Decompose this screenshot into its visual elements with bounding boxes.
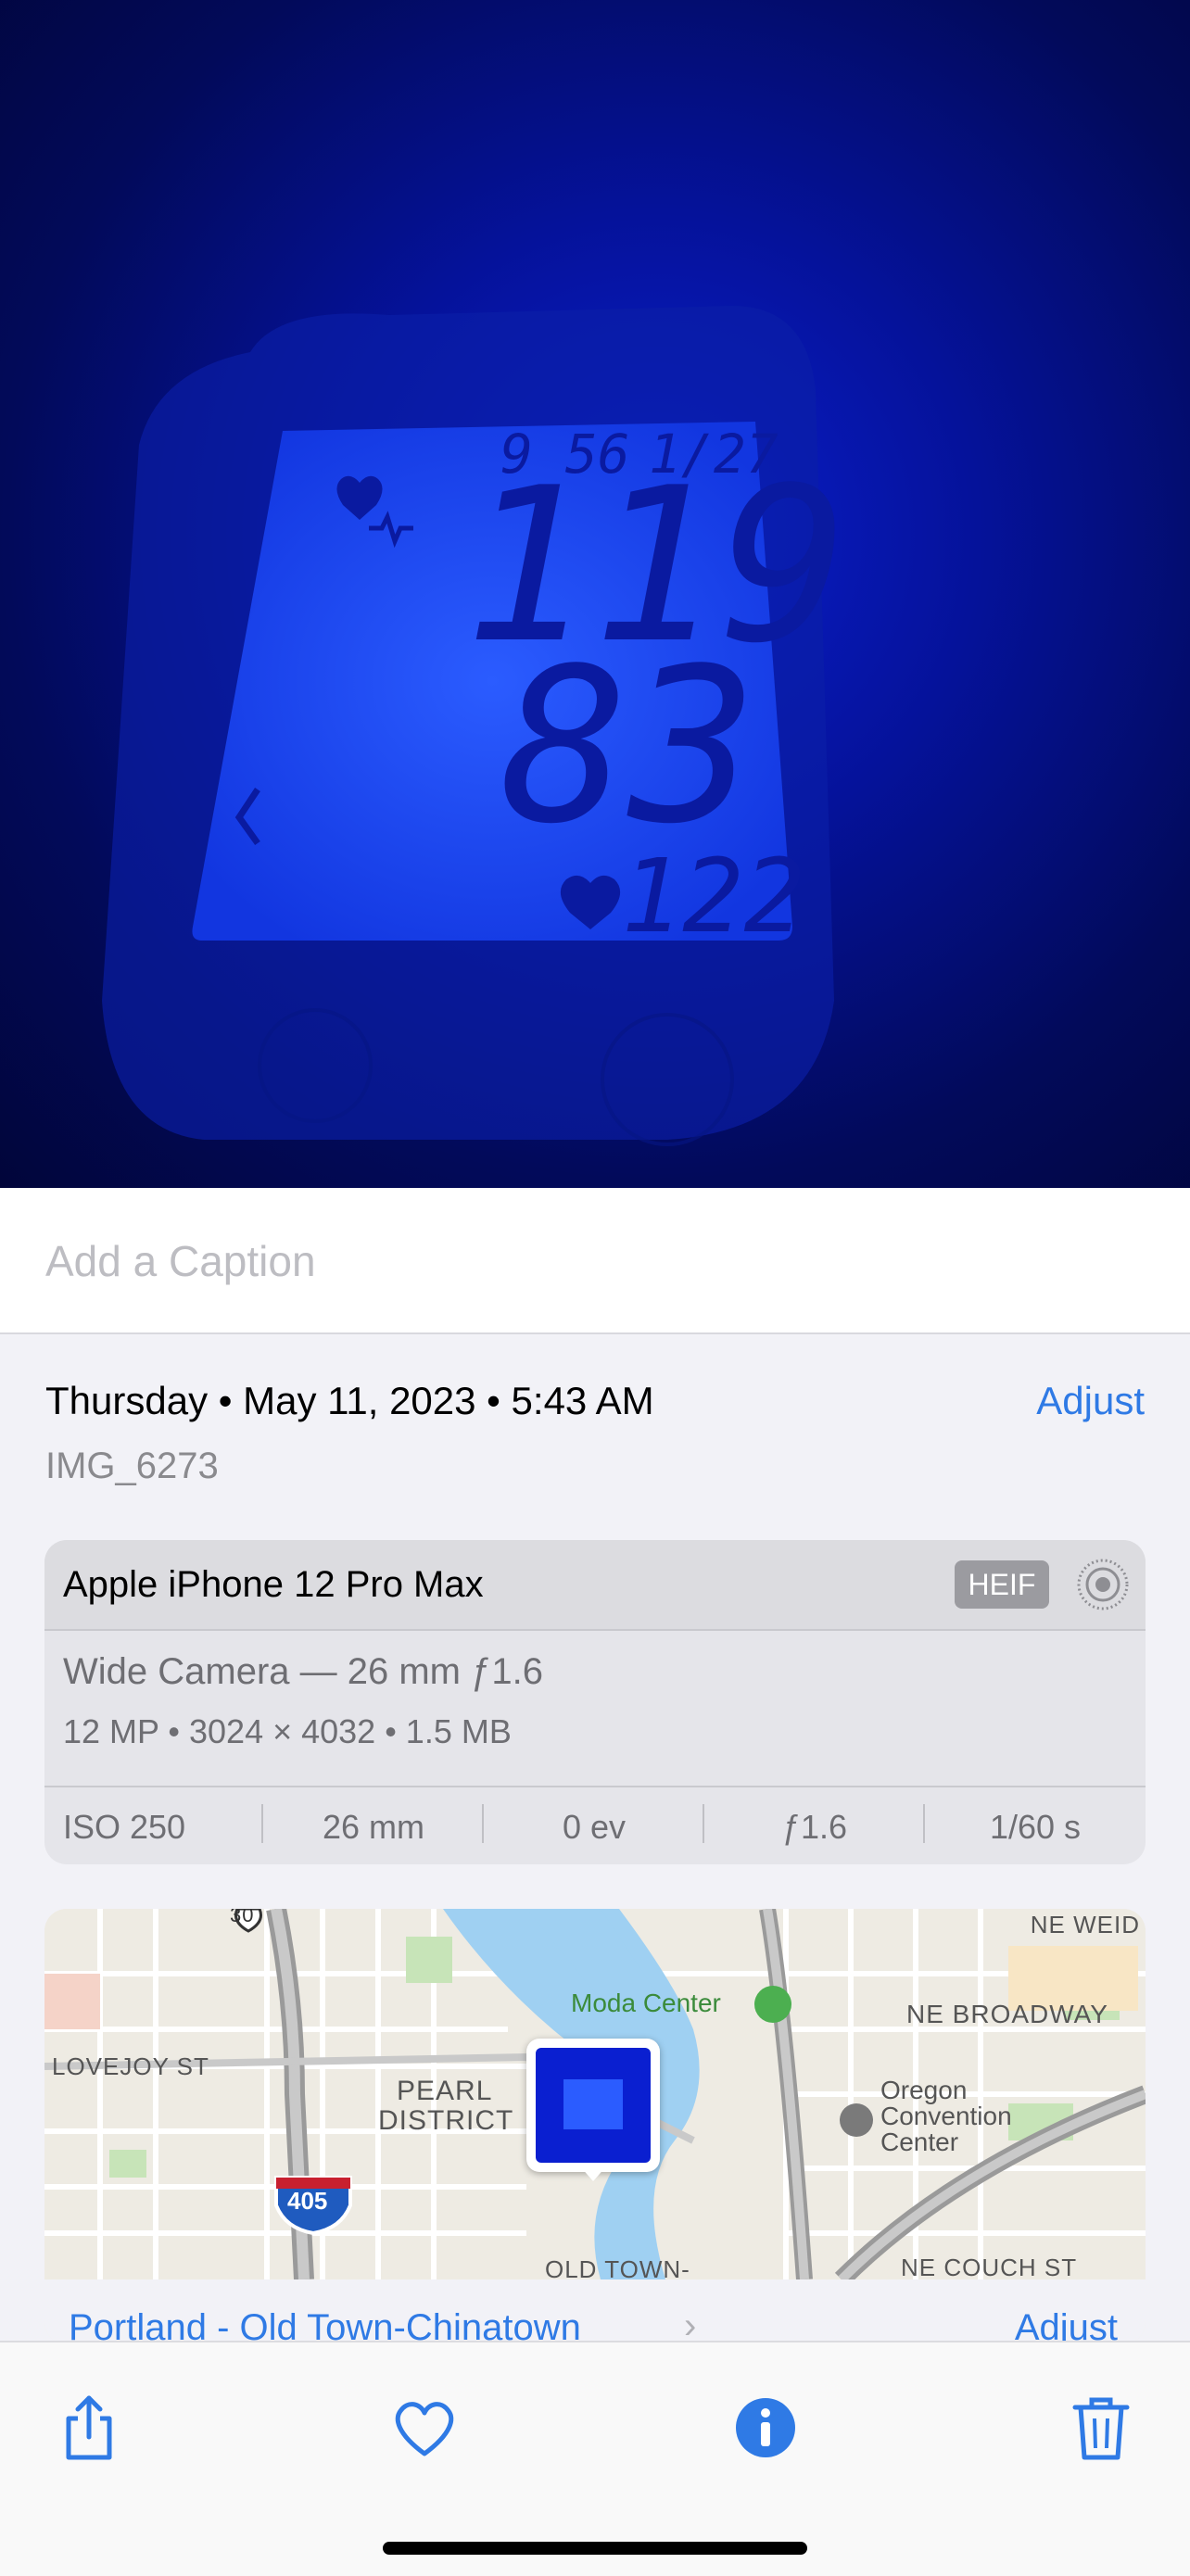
device-name: Apple iPhone 12 Pro Max — [63, 1564, 484, 1605]
map-label-ne-couch: NE COUCH ST — [901, 2254, 1078, 2281]
chevron-right-icon: › — [684, 2305, 697, 2344]
blood-pressure-monitor-photo: 9 56 1/27 119 83 122 — [102, 306, 848, 1146]
lcd-pulse: 122 — [621, 837, 805, 955]
heart-icon[interactable] — [387, 2391, 462, 2465]
map-label-moda-center: Moda Center — [571, 1989, 721, 2017]
lcd-diastolic: 83 — [500, 624, 757, 871]
photo-location-pin[interactable] — [526, 2039, 660, 2181]
exif-iso: ISO 250 — [44, 1803, 263, 1847]
image-specs: 12 MP • 3024 × 4032 • 1.5 MB — [63, 1712, 512, 1750]
photo-filename: IMG_6273 — [45, 1446, 219, 1486]
pin-pointer — [580, 2166, 606, 2181]
pin-thumbnail — [536, 2048, 651, 2163]
trash-icon[interactable] — [1064, 2391, 1138, 2465]
exif-aperture: ƒ1.6 — [704, 1803, 925, 1847]
photo-view[interactable]: 9 56 1/27 119 83 122 — [0, 0, 1190, 1188]
exif-ev: 0 ev — [484, 1803, 704, 1847]
map-label-district: DISTRICT — [378, 2105, 514, 2136]
pin-thumbnail-screen — [563, 2079, 623, 2129]
bottom-toolbar — [0, 2341, 1190, 2576]
caption-input[interactable]: Add a Caption — [45, 1236, 316, 1286]
map-label-lovejoy: LOVEJOY ST — [52, 2052, 209, 2080]
live-photo-icon — [1077, 1559, 1129, 1610]
route-30-label: 30 — [230, 1909, 255, 1926]
location-name-link[interactable]: Portland - Old Town-Chinatown — [69, 2307, 581, 2344]
adjust-datetime-button[interactable]: Adjust — [1036, 1379, 1145, 1423]
photo-datetime: Thursday • May 11, 2023 • 5:43 AM — [45, 1379, 654, 1422]
caption-bar[interactable]: Add a Caption — [0, 1188, 1190, 1334]
info-panel: Thursday • May 11, 2023 • 5:43 AM Adjust… — [0, 1334, 1190, 2344]
info-icon[interactable] — [728, 2391, 803, 2465]
camera-info-card: Apple iPhone 12 Pro Max HEIF Wide Camera… — [44, 1540, 1146, 1864]
route-405-label: 405 — [287, 2187, 328, 2215]
exif-shutter: 1/60 s — [989, 1807, 1082, 1846]
map-label-ne-broadway: NE BROADWAY — [906, 2000, 1108, 2028]
exif-row: ISO 250 26 mm 0 ev ƒ1.6 1/60 s — [44, 1786, 1146, 1864]
lens-info: Wide Camera — 26 mm ƒ1.6 — [63, 1651, 543, 1692]
location-map[interactable]: 30 NE WEID Moda Center NE BROADWAY LOVEJ… — [44, 1909, 1146, 2344]
map-label-ne-weid: NE WEID — [1030, 1911, 1140, 1938]
camera-card-header: Apple iPhone 12 Pro Max HEIF — [44, 1540, 1146, 1631]
map-label-center: Center — [880, 2128, 959, 2156]
share-icon[interactable] — [52, 2391, 126, 2465]
exif-focal: 26 mm — [263, 1803, 484, 1847]
format-badge: HEIF — [955, 1560, 1049, 1609]
adjust-location-button[interactable]: Adjust — [1015, 2307, 1118, 2344]
map-label-old-town: OLD TOWN- — [545, 2255, 690, 2283]
map-label-pearl: PEARL — [397, 2076, 493, 2106]
home-indicator — [383, 2542, 807, 2555]
